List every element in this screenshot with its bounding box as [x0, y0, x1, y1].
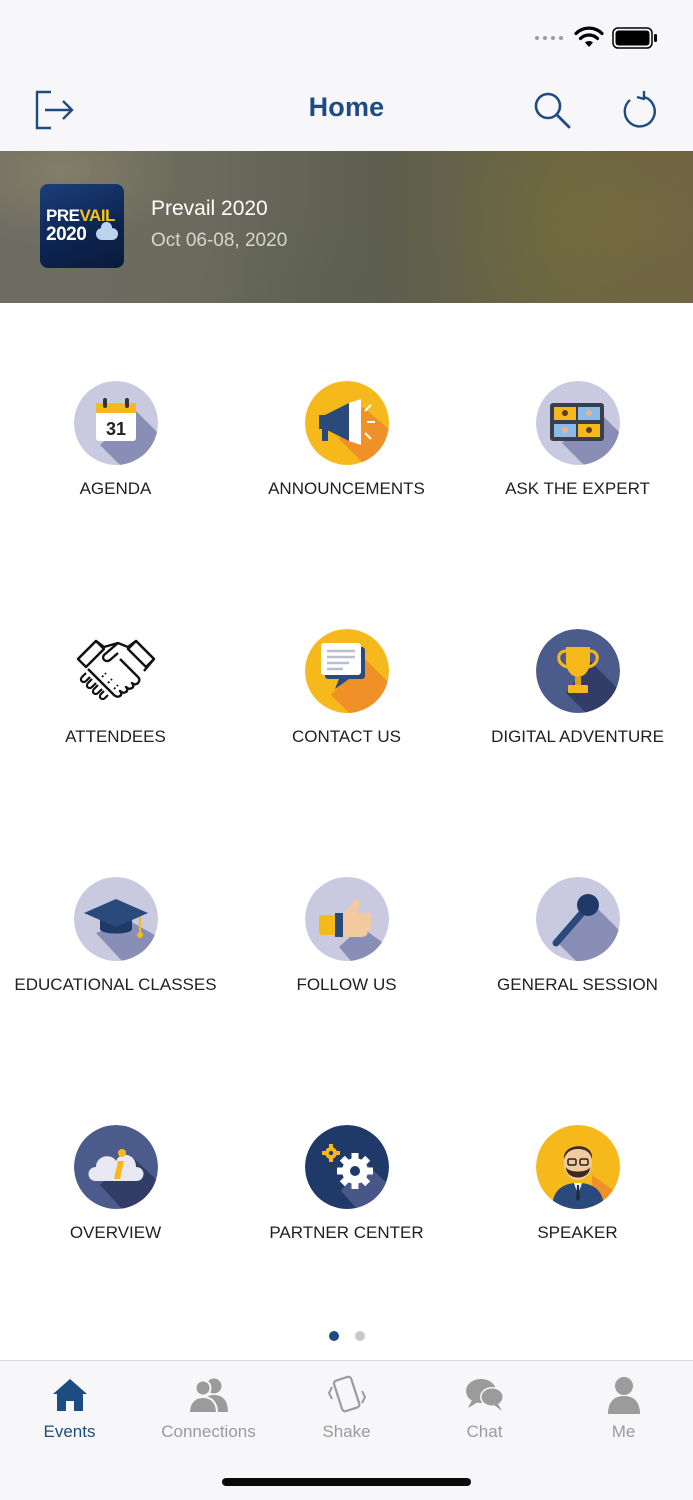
- tile-contact-us[interactable]: CONTACT US: [231, 551, 462, 751]
- people-icon: [187, 1373, 231, 1417]
- gears-icon: [305, 1125, 389, 1209]
- tab-chat[interactable]: Chat: [415, 1361, 554, 1451]
- tile-digital-adventure[interactable]: DIGITAL ADVENTURE: [462, 551, 693, 751]
- speaker-person-icon: [536, 1125, 620, 1209]
- chat-icon: [463, 1373, 507, 1417]
- tile-label: ASK THE EXPERT: [505, 479, 650, 498]
- navigation-bar: Home: [0, 70, 693, 151]
- tile-label: EDUCATIONAL CLASSES: [14, 975, 217, 994]
- tile-label: OVERVIEW: [69, 1223, 162, 1242]
- tile-overview[interactable]: OVERVIEW: [0, 1047, 231, 1247]
- tile-announcements[interactable]: ANNOUNCEMENTS: [231, 303, 462, 503]
- tile-follow-us[interactable]: FOLLOW US: [231, 799, 462, 999]
- handshake-icon: [74, 629, 158, 713]
- wifi-icon: [574, 26, 604, 47]
- thumbs-up-icon: [305, 877, 389, 961]
- tile-educational-classes[interactable]: EDUCATIONAL CLASSES: [0, 799, 231, 999]
- tile-general-session[interactable]: GENERAL SESSION: [462, 799, 693, 999]
- megaphone-icon: [305, 381, 389, 465]
- search-button[interactable]: [528, 86, 576, 134]
- trophy-icon: [536, 629, 620, 713]
- info-cloud-icon: [74, 1125, 158, 1209]
- chat-bubble-icon: [305, 629, 389, 713]
- page-dot[interactable]: [354, 1331, 365, 1341]
- tile-label: GENERAL SESSION: [497, 975, 658, 994]
- refresh-icon: [623, 91, 656, 128]
- microphone-icon: [536, 877, 620, 961]
- tab-me[interactable]: Me: [554, 1361, 693, 1451]
- page-dot-active[interactable]: [328, 1331, 339, 1341]
- tile-partner-center[interactable]: PARTNER CENTER: [231, 1047, 462, 1247]
- search-icon: [534, 92, 571, 129]
- graduation-cap-icon: [74, 877, 158, 961]
- tab-connections[interactable]: Connections: [139, 1361, 278, 1451]
- tile-label: ANNOUNCEMENTS: [268, 479, 425, 498]
- refresh-button[interactable]: [616, 86, 664, 134]
- video-call-icon: [536, 381, 620, 465]
- tile-label: ATTENDEES: [65, 727, 166, 746]
- person-icon: [602, 1373, 646, 1417]
- tile-attendees[interactable]: ATTENDEES: [0, 551, 231, 751]
- tile-label: DIGITAL ADVENTURE: [491, 727, 664, 746]
- home-indicator: [222, 1478, 471, 1486]
- cellular-signal-icon: [535, 36, 563, 40]
- event-logo: PREVAIL 2020: [40, 184, 124, 268]
- page-indicator[interactable]: [0, 1331, 693, 1343]
- svg-text:31: 31: [106, 419, 126, 439]
- tile-label: FOLLOW US: [296, 975, 397, 994]
- status-bar: [0, 0, 693, 70]
- tile-agenda[interactable]: 31 AGENDA: [0, 303, 231, 503]
- calendar-icon: 31: [74, 381, 158, 465]
- tile-speaker[interactable]: SPEAKER: [462, 1047, 693, 1247]
- event-name: Prevail 2020: [151, 197, 268, 220]
- tile-label: PARTNER CENTER: [269, 1223, 424, 1242]
- event-dates: Oct 06-08, 2020: [151, 230, 288, 251]
- cloud-icon: [96, 222, 118, 240]
- tile-label: SPEAKER: [537, 1223, 618, 1242]
- tab-shake[interactable]: Shake: [277, 1361, 416, 1451]
- event-banner[interactable]: PREVAIL 2020 Prevail 2020 Oct 06-08, 202…: [0, 151, 693, 303]
- tab-events[interactable]: Events: [0, 1361, 139, 1451]
- home-icon: [48, 1373, 92, 1417]
- tile-label: CONTACT US: [292, 727, 401, 746]
- battery-icon: [612, 27, 657, 49]
- tile-label: AGENDA: [79, 479, 152, 498]
- shake-phone-icon: [325, 1373, 369, 1417]
- tile-ask-the-expert[interactable]: ASK THE EXPERT: [462, 303, 693, 503]
- page-title: Home: [308, 92, 385, 122]
- feature-grid: 31 AGENDA ANNOUNCEMENTS ASK THE EXPERT A…: [0, 303, 693, 1333]
